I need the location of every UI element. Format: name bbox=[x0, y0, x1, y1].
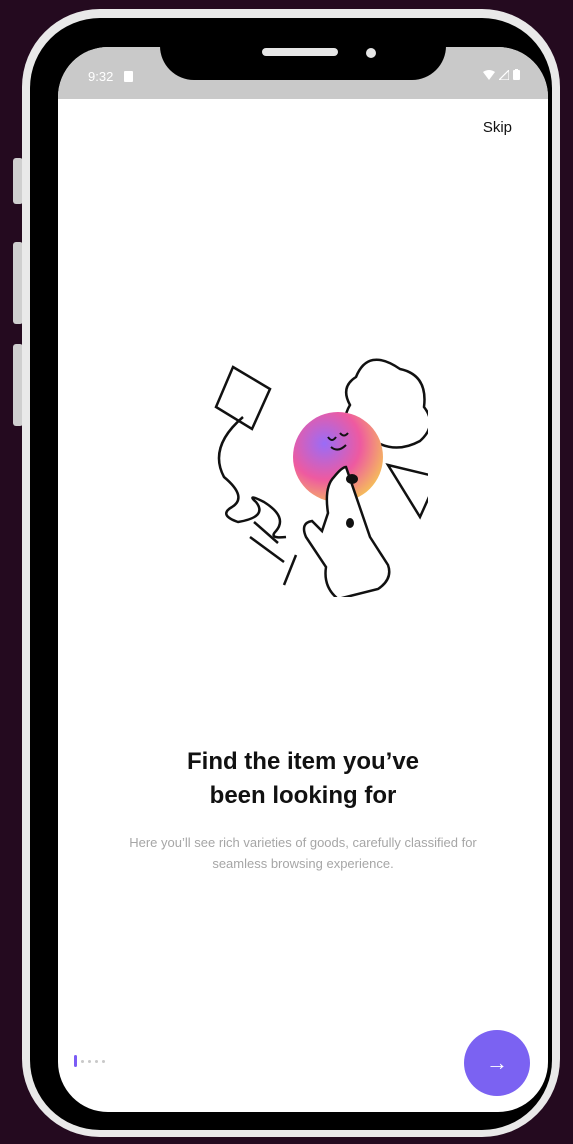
pagination-dot bbox=[102, 1059, 105, 1063]
description-line-2: seamless browsing experience. bbox=[212, 856, 394, 871]
signal-icon bbox=[499, 69, 509, 80]
title-line-1: Find the item you’ve bbox=[186, 748, 420, 775]
wifi-icon bbox=[483, 69, 495, 80]
page-description: Here you’ll see rich varieties of goods,… bbox=[80, 832, 526, 874]
title-line-2: been looking for bbox=[209, 782, 397, 809]
skip-button[interactable]: Skip bbox=[483, 119, 512, 136]
status-time: 9:32 bbox=[88, 69, 114, 84]
pagination-dots bbox=[74, 1055, 105, 1067]
pagination-dot bbox=[81, 1059, 84, 1063]
app-screen: 9:32 Skip Find the item you’ve been look… bbox=[58, 47, 548, 1112]
pagination-dot bbox=[95, 1059, 98, 1063]
status-icons bbox=[483, 69, 520, 80]
description-line-1: Here you’ll see rich varieties of goods,… bbox=[129, 835, 477, 850]
hand-tap-illustration bbox=[214, 358, 428, 597]
page-title: Find the item you’ve been looking for bbox=[58, 745, 548, 813]
front-camera bbox=[366, 48, 376, 58]
sim-card-icon bbox=[124, 71, 133, 82]
battery-icon bbox=[513, 69, 520, 80]
speaker-grille bbox=[262, 48, 338, 56]
next-button[interactable]: → bbox=[464, 1030, 530, 1096]
arrow-right-icon: → bbox=[486, 1050, 508, 1075]
pagination-dot bbox=[88, 1059, 91, 1063]
pagination-dot-active bbox=[74, 1055, 77, 1067]
